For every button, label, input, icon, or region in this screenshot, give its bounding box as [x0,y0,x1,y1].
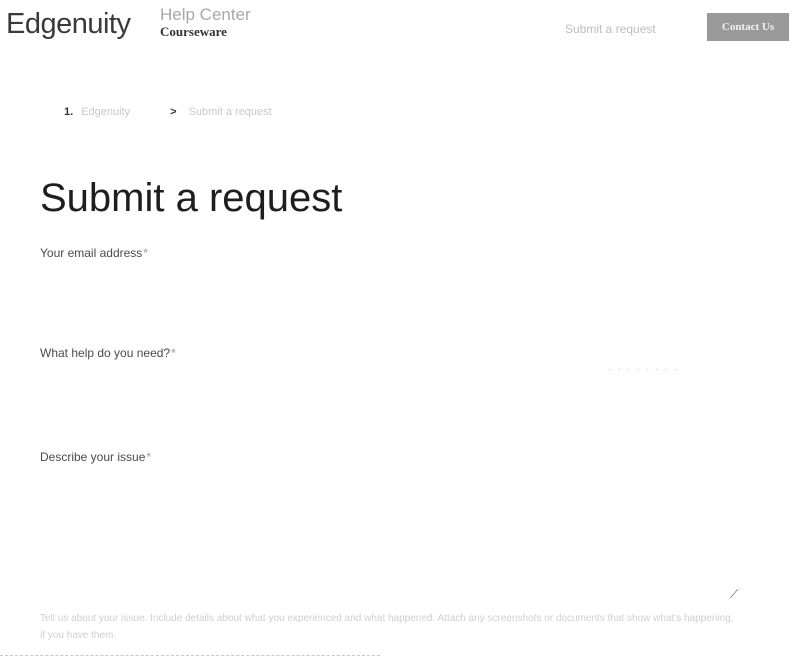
breadcrumb-current: Submit a request [188,106,272,118]
bottom-divider [0,655,380,657]
required-mark: * [143,246,148,260]
breadcrumb-home-link[interactable]: Edgenuity [81,106,130,118]
describe-issue-help-text: Tell us about your issue. Include detail… [40,613,734,641]
describe-issue-textarea[interactable] [40,468,764,602]
required-mark: * [146,450,152,464]
email-field[interactable] [40,266,764,298]
describe-issue-label-text: Describe your issue [40,450,146,464]
breadcrumb-number: 1. [64,106,74,118]
submit-request-link[interactable]: Submit a request [565,22,656,36]
courseware-label: Courseware [160,24,227,39]
breadcrumb-separator: > [170,106,177,118]
page-title: Submit a request [40,176,343,220]
breadcrumb: 1. Edgenuity > Submit a request [64,106,272,118]
email-label-text: Your email address [40,246,143,260]
help-center-title[interactable]: Help Center [160,5,251,25]
describe-issue-label: Describe your issue* [40,450,151,464]
resize-handle-icon[interactable]: ⟋ [730,587,738,602]
site-logo[interactable]: Edgenuity [6,8,131,41]
email-label: Your email address* [40,246,148,260]
contact-us-button[interactable]: Contact Us [707,13,789,41]
select-placeholder-dots: - - - - - - - - [608,364,680,374]
